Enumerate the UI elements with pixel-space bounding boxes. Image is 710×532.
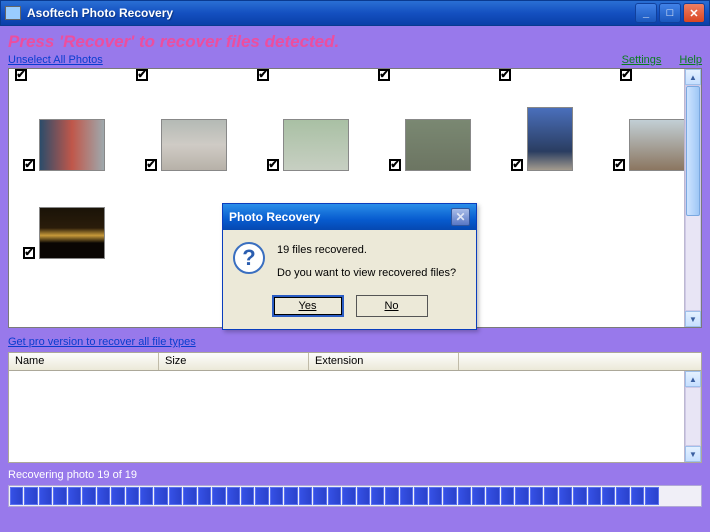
column-name[interactable]: Name: [9, 353, 159, 370]
scroll-down-button[interactable]: ▼: [685, 446, 701, 462]
progress-bar: [8, 485, 702, 507]
confirm-dialog: Photo Recovery ✕ ? 19 files recovered. D…: [222, 203, 477, 330]
dialog-title: Photo Recovery: [229, 210, 451, 224]
photo-checkbox[interactable]: ✔: [378, 69, 390, 81]
column-size[interactable]: Size: [159, 353, 309, 370]
photo-thumbnail[interactable]: [405, 119, 471, 171]
photo-checkbox[interactable]: ✔: [620, 69, 632, 81]
photo-checkbox[interactable]: ✔: [499, 69, 511, 81]
column-extension[interactable]: Extension: [309, 353, 459, 370]
dialog-close-button[interactable]: ✕: [451, 208, 470, 226]
scroll-down-button[interactable]: ▼: [685, 311, 701, 327]
photo-checkbox[interactable]: ✔: [23, 159, 35, 171]
table-header: Name Size Extension: [8, 352, 702, 371]
question-icon: ?: [233, 242, 265, 274]
scroll-up-button[interactable]: ▲: [685, 69, 701, 85]
titlebar: Asoftech Photo Recovery _ □ ✕: [0, 0, 710, 26]
close-button[interactable]: ✕: [683, 3, 705, 23]
scroll-track[interactable]: [685, 387, 701, 446]
photo-checkbox[interactable]: ✔: [511, 159, 523, 171]
help-link[interactable]: Help: [679, 54, 702, 66]
photo-checkbox[interactable]: ✔: [136, 69, 148, 81]
scroll-up-button[interactable]: ▲: [685, 371, 701, 387]
dialog-titlebar: Photo Recovery ✕: [223, 204, 476, 230]
photo-thumbnail[interactable]: [527, 107, 573, 171]
yes-button[interactable]: Yes: [272, 295, 344, 317]
window-title: Asoftech Photo Recovery: [27, 6, 635, 20]
progress-fill: [10, 487, 659, 505]
thumbnail-scrollbar[interactable]: ▲ ▼: [684, 69, 701, 327]
scroll-track[interactable]: [685, 85, 701, 311]
maximize-button[interactable]: □: [659, 3, 681, 23]
status-text: Recovering photo 19 of 19: [8, 469, 702, 481]
settings-link[interactable]: Settings: [622, 54, 662, 66]
photo-thumbnail[interactable]: [283, 119, 349, 171]
photo-checkbox[interactable]: ✔: [267, 159, 279, 171]
photo-checkbox[interactable]: ✔: [613, 159, 625, 171]
banner-text: Press 'Recover' to recover files detecte…: [8, 32, 702, 52]
no-button[interactable]: No: [356, 295, 428, 317]
dialog-line2: Do you want to view recovered files?: [277, 265, 456, 282]
photo-checkbox[interactable]: ✔: [23, 247, 35, 259]
minimize-button[interactable]: _: [635, 3, 657, 23]
photo-checkbox[interactable]: ✔: [15, 69, 27, 81]
pro-version-link[interactable]: Get pro version to recover all file type…: [8, 336, 196, 348]
app-icon: [5, 6, 21, 20]
photo-checkbox[interactable]: ✔: [389, 159, 401, 171]
scroll-thumb[interactable]: [686, 86, 700, 216]
photo-thumbnail[interactable]: [39, 207, 105, 259]
photo-checkbox[interactable]: ✔: [257, 69, 269, 81]
dialog-line1: 19 files recovered.: [277, 242, 456, 259]
photo-thumbnail[interactable]: [39, 119, 105, 171]
photo-thumbnail[interactable]: [161, 119, 227, 171]
column-blank: [459, 353, 701, 370]
unselect-all-link[interactable]: Unselect All Photos: [8, 54, 103, 66]
photo-checkbox[interactable]: ✔: [145, 159, 157, 171]
table-body: ▲ ▼: [8, 371, 702, 463]
dialog-message: 19 files recovered. Do you want to view …: [277, 242, 456, 281]
table-scrollbar[interactable]: ▲ ▼: [684, 371, 701, 462]
